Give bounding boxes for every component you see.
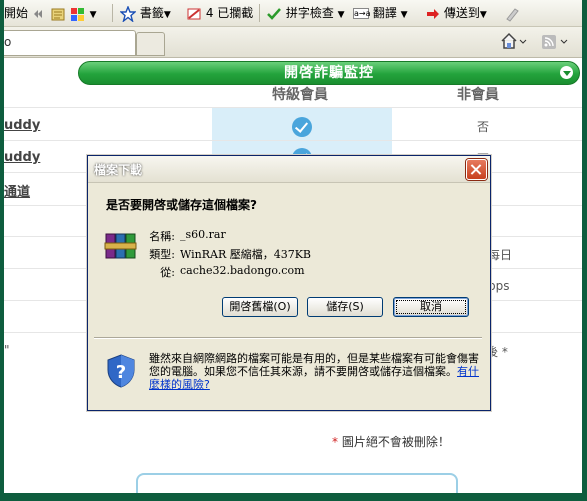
sendto-icon bbox=[427, 8, 439, 19]
table-row-label[interactable]: uddy bbox=[4, 118, 40, 133]
warning-text: 雖然來自網際網路的檔案可能是有用的，但是某些檔案有可能會傷害您的電腦。如果您不信… bbox=[149, 352, 479, 378]
upload-panel bbox=[136, 473, 458, 493]
close-icon[interactable] bbox=[466, 159, 487, 180]
dialog-title: 檔案下載 bbox=[94, 163, 143, 177]
feeds-button[interactable] bbox=[541, 34, 573, 53]
home-icon bbox=[501, 32, 527, 49]
puzzle-icon bbox=[70, 7, 84, 21]
address-text: o bbox=[4, 35, 12, 49]
blocked-label: 4 已攔截 bbox=[205, 6, 254, 20]
footnote-text: 圖片絕不會被刪除！ bbox=[338, 435, 450, 449]
back-forward-icon bbox=[33, 9, 42, 18]
toolbar-sendto[interactable]: 傳送到▼ bbox=[426, 3, 487, 23]
table-row-marker: " bbox=[4, 343, 10, 357]
checkmark-icon bbox=[292, 117, 312, 137]
file-source-label: 從: bbox=[160, 266, 175, 279]
table-cell-daily: 每日 bbox=[488, 248, 513, 262]
file-name-label: 名稱: bbox=[149, 230, 175, 243]
file-name-value: _s60.rar bbox=[180, 228, 226, 241]
tab-bar: o bbox=[4, 27, 582, 58]
table-row-label[interactable]: 通道 bbox=[4, 181, 30, 200]
chevron-down-icon bbox=[560, 66, 573, 79]
toolbar-pen[interactable] bbox=[504, 3, 520, 23]
column-header-nonmember: 非會員 bbox=[457, 87, 499, 103]
save-button[interactable]: 儲存(S) bbox=[307, 297, 383, 317]
toolbar-popup-blocked[interactable]: 4 已攔截 bbox=[186, 3, 253, 23]
sendto-label: 傳送到 bbox=[443, 6, 480, 20]
translate-label: 翻譯 bbox=[372, 6, 397, 20]
popup-blocked-icon bbox=[187, 8, 201, 19]
notepad-icon bbox=[51, 8, 65, 20]
file-type-value: WinRAR 壓縮檔，437KB bbox=[180, 248, 312, 261]
security-warning: 雖然來自網際網路的檔案可能是有用的，但是某些檔案有可能會傷害您的電腦。如果您不信… bbox=[149, 352, 479, 391]
bookmark-star-icon bbox=[120, 5, 136, 22]
spellcheck-icon bbox=[267, 7, 281, 20]
file-source-value: cache32.badongo.com bbox=[180, 264, 305, 277]
cancel-button[interactable]: 取消 bbox=[393, 297, 469, 317]
toolbar-translate[interactable]: a→a 翻譯 ▼ bbox=[353, 3, 408, 23]
dialog-titlebar[interactable]: 檔案下載 bbox=[88, 156, 490, 183]
banner-bar: 開啓詐騙監控 bbox=[4, 58, 582, 87]
highlighter-icon bbox=[506, 7, 519, 22]
file-type-label: 類型: bbox=[149, 248, 175, 261]
dialog-question: 是否要開啓或儲存這個檔案? bbox=[106, 198, 257, 212]
open-button[interactable]: 開啓舊檔(O) bbox=[222, 297, 298, 317]
toolbar-spellcheck[interactable]: 拼字檢查 ▼ bbox=[266, 3, 345, 23]
rss-icon bbox=[542, 35, 568, 49]
address-tab[interactable]: o bbox=[4, 30, 136, 56]
winrar-icon bbox=[104, 233, 137, 259]
home-button[interactable] bbox=[500, 32, 528, 53]
toolbar-open[interactable]: 開始 bbox=[4, 3, 44, 23]
bookmarks-label: 書籤 bbox=[139, 6, 164, 20]
table-cell: 否 bbox=[477, 120, 490, 134]
column-header-premium: 特級會員 bbox=[272, 87, 328, 103]
browser-window: 開始 ▼ 書籤▼ 4 已攔截 拼字檢查 ▼ a→a 翻譯 ▼ 傳送到▼ o 開啓… bbox=[4, 0, 582, 493]
banner-title: 開啓詐騙監控 bbox=[284, 65, 374, 81]
footnote: * 圖片絕不會被刪除！ bbox=[332, 433, 450, 450]
toolbar-icon-group[interactable]: ▼ bbox=[50, 3, 97, 23]
dialog-divider bbox=[94, 337, 482, 339]
new-tab-button[interactable] bbox=[136, 32, 165, 56]
translate-icon: a→a bbox=[353, 8, 371, 19]
svg-text:?: ? bbox=[116, 362, 126, 383]
shield-icon: ? bbox=[107, 354, 135, 388]
toolbar-bookmarks[interactable]: 書籤▼ bbox=[120, 3, 171, 23]
table-row-label[interactable]: uddy bbox=[4, 150, 40, 165]
table-cell-bps: bps bbox=[488, 279, 510, 293]
toolbar-open-label: 開始 bbox=[4, 6, 29, 20]
scam-monitor-banner[interactable]: 開啓詐騙監控 bbox=[78, 61, 580, 85]
google-toolbar: 開始 ▼ 書籤▼ 4 已攔截 拼字檢查 ▼ a→a 翻譯 ▼ 傳送到▼ bbox=[4, 0, 582, 27]
file-download-dialog: 檔案下載 是否要開啓或儲存這個檔案? 名稱: _s60.rar 類型: WinR… bbox=[87, 155, 491, 411]
spellcheck-label: 拼字檢查 bbox=[285, 6, 334, 20]
